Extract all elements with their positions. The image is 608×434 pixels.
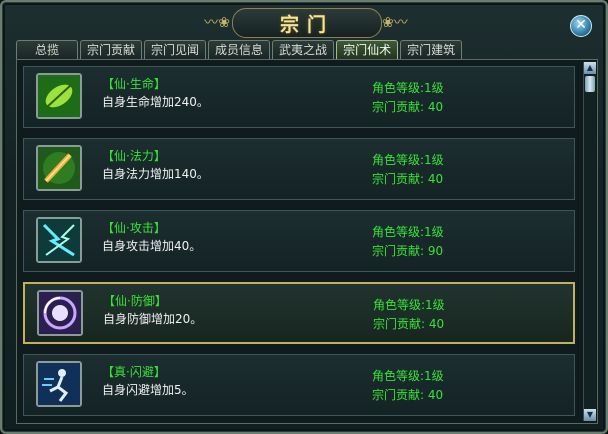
lightning-icon [36, 217, 82, 263]
skill-description: 自身闪避增加5。 [102, 383, 194, 397]
required-contribution: 宗门贡献: 40 [372, 172, 444, 186]
required-contribution: 宗门贡献: 40 [372, 388, 444, 402]
tab-overview[interactable]: 总揽 [16, 40, 78, 59]
tab-contribution[interactable]: 宗门贡献 [80, 40, 143, 59]
title-ornament-right: ❀〰 [382, 15, 408, 31]
skill-description: 自身生命增加240。 [102, 95, 209, 109]
title-ornament-left: 〰❀ [204, 15, 230, 31]
skill-item-mana[interactable]: 【仙·法力】 自身法力增加140。 角色等级:1级 宗门贡献: 40 [23, 138, 575, 200]
scroll-down-button[interactable]: ▼ [584, 409, 596, 421]
sect-window: 〰❀ 宗门 ❀〰 ✕ 总揽 宗门贡献 宗门见闻 成员信息 武夷之战 宗门仙术 宗… [0, 0, 608, 434]
skill-description: 自身攻击增加40。 [102, 239, 202, 253]
sword-icon [36, 145, 82, 191]
skill-name: 【仙·法力】 [102, 149, 166, 163]
close-button[interactable]: ✕ [570, 15, 592, 37]
skill-description: 自身法力增加140。 [102, 167, 209, 181]
required-level: 角色等级:1级 [372, 153, 444, 167]
tab-sect-skills[interactable]: 宗门仙术 [336, 40, 399, 59]
required-contribution: 宗门贡献: 40 [373, 317, 445, 331]
required-level: 角色等级:1级 [373, 298, 445, 312]
tab-wuyi-battle[interactable]: 武夷之战 [272, 40, 335, 59]
skill-item-dodge[interactable]: 【真·闪避】 自身闪避增加5。 角色等级:1级 宗门贡献: 40 [23, 354, 575, 416]
dodge-runner-icon [36, 361, 82, 407]
tab-buildings[interactable]: 宗门建筑 [400, 40, 463, 59]
skill-name: 【仙·防御】 [103, 294, 167, 308]
required-contribution: 宗门贡献: 90 [372, 244, 444, 258]
skill-item-attack[interactable]: 【仙·攻击】 自身攻击增加40。 角色等级:1级 宗门贡献: 90 [23, 210, 575, 272]
tab-bar: 总揽 宗门贡献 宗门见闻 成员信息 武夷之战 宗门仙术 宗门建筑 [16, 40, 463, 60]
required-level: 角色等级:1级 [372, 81, 444, 95]
required-level: 角色等级:1级 [372, 225, 444, 239]
required-level: 角色等级:1级 [372, 369, 444, 383]
skill-name: 【真·闪避】 [102, 365, 166, 379]
title-plate: 宗门 [232, 8, 382, 38]
required-contribution: 宗门贡献: 40 [372, 100, 444, 114]
leaf-icon [36, 73, 82, 119]
scroll-up-button[interactable]: ▲ [584, 62, 596, 74]
scroll-thumb[interactable] [585, 76, 595, 92]
skill-name: 【仙·生命】 [102, 77, 166, 91]
skill-description: 自身防御增加20。 [103, 312, 203, 326]
tab-news[interactable]: 宗门见闻 [144, 40, 207, 59]
skills-panel: 【仙·生命】 自身生命增加240。 角色等级:1级 宗门贡献: 40 【仙·法力… [16, 59, 598, 424]
skill-item-life[interactable]: 【仙·生命】 自身生命增加240。 角色等级:1级 宗门贡献: 40 [23, 66, 575, 128]
shield-orb-icon [37, 290, 83, 336]
window-title: 宗门 [279, 13, 334, 36]
vertical-scrollbar[interactable]: ▲ ▼ [583, 62, 596, 421]
skill-item-defense[interactable]: 【仙·防御】 自身防御增加20。 角色等级:1级 宗门贡献: 40 [23, 282, 575, 344]
skill-name: 【仙·攻击】 [102, 221, 166, 235]
tab-members[interactable]: 成员信息 [208, 40, 271, 59]
